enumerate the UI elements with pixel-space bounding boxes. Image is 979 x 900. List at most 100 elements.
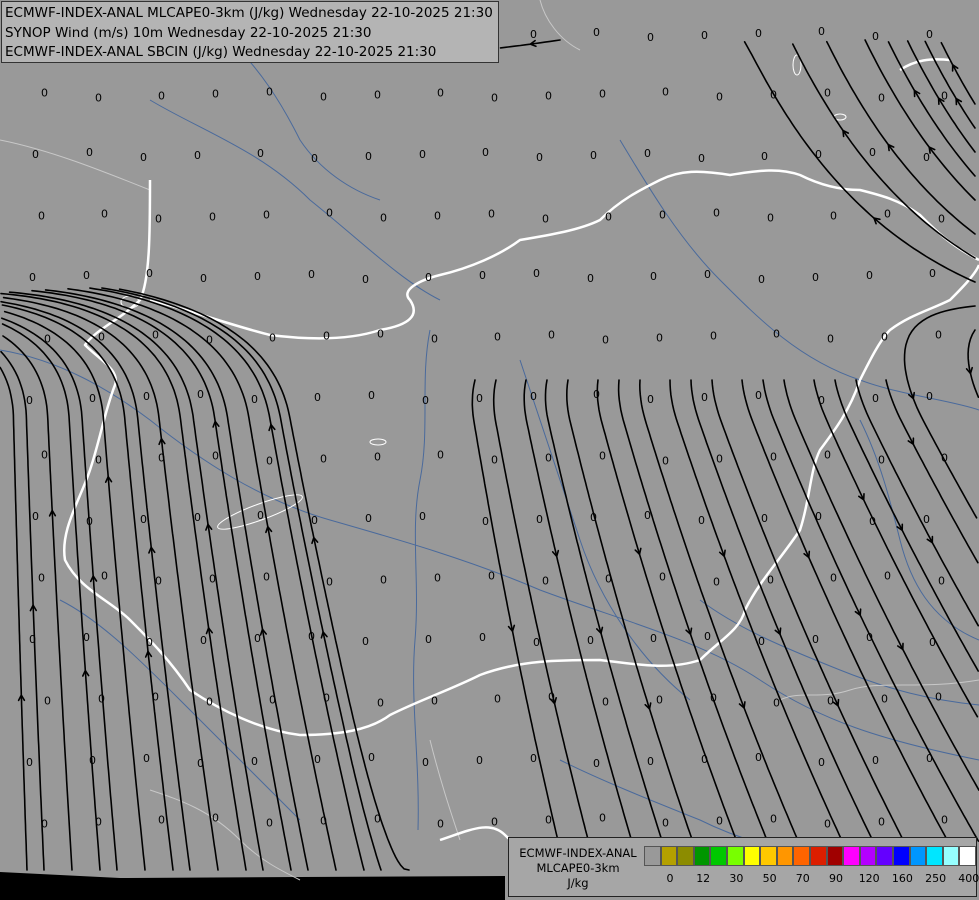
sbcin-value: 0 bbox=[929, 636, 936, 649]
sbcin-value: 0 bbox=[251, 755, 258, 768]
sbcin-value: 0 bbox=[704, 630, 711, 643]
sbcin-value: 0 bbox=[662, 455, 669, 468]
sbcin-value: 0 bbox=[659, 209, 666, 222]
legend-swatch bbox=[760, 846, 777, 866]
sbcin-value: 0 bbox=[599, 88, 606, 101]
legend-title-unit: J/kg bbox=[567, 876, 589, 890]
sbcin-value: 0 bbox=[941, 90, 948, 103]
sbcin-value: 0 bbox=[197, 757, 204, 770]
sbcin-value: 0 bbox=[644, 147, 651, 160]
sbcin-value: 0 bbox=[758, 273, 765, 286]
sbcin-value: 0 bbox=[95, 92, 102, 105]
sbcin-value: 0 bbox=[815, 510, 822, 523]
legend-swatch bbox=[826, 846, 844, 866]
sbcin-value: 0 bbox=[884, 570, 891, 583]
weather-map: 0 0 0 0 0 0 0 0 0 0 0 0 0 0 0 0 0 0 0 0 0 0 0 0 0 0 0 0 0 0 0 0 0 0 0 0 0 0 0 0… bbox=[0, 0, 979, 900]
sbcin-value: 0 bbox=[377, 328, 384, 341]
sbcin-value: 0 bbox=[194, 149, 201, 162]
sbcin-value: 0 bbox=[710, 692, 717, 705]
sbcin-value: 0 bbox=[320, 453, 327, 466]
sbcin-value: 0 bbox=[101, 208, 108, 221]
legend-tick-label: 160 bbox=[891, 872, 913, 885]
sbcin-value: 0 bbox=[98, 331, 105, 344]
sbcin-value: 0 bbox=[872, 30, 879, 43]
sbcin-value: 0 bbox=[86, 515, 93, 528]
sbcin-value: 0 bbox=[824, 87, 831, 100]
sbcin-value: 0 bbox=[533, 636, 540, 649]
legend-tick-label: 12 bbox=[696, 872, 711, 885]
sbcin-value: 0 bbox=[437, 818, 444, 831]
sbcin-value: 0 bbox=[434, 572, 441, 585]
sbcin-value: 0 bbox=[701, 29, 708, 42]
sbcin-value: 0 bbox=[830, 572, 837, 585]
sbcin-value: 0 bbox=[548, 329, 555, 342]
sbcin-value: 0 bbox=[713, 576, 720, 589]
sbcin-value: 0 bbox=[530, 752, 537, 765]
sbcin-value: 0 bbox=[41, 87, 48, 100]
sbcin-value: 0 bbox=[599, 450, 606, 463]
sbcin-value: 0 bbox=[884, 208, 891, 221]
sbcin-value: 0 bbox=[716, 453, 723, 466]
sbcin-value: 0 bbox=[152, 329, 159, 342]
sbcin-value: 0 bbox=[320, 91, 327, 104]
sbcin-value: 0 bbox=[311, 514, 318, 527]
sbcin-value: 0 bbox=[26, 394, 33, 407]
legend-tick-label: 90 bbox=[829, 872, 843, 885]
sbcin-value: 0 bbox=[698, 514, 705, 527]
sbcin-value: 0 bbox=[602, 696, 609, 709]
sbcin-value: 0 bbox=[476, 392, 483, 405]
sbcin-value: 0 bbox=[266, 455, 273, 468]
sbcin-value: 0 bbox=[701, 753, 708, 766]
sbcin-value: 0 bbox=[158, 452, 165, 465]
sbcin-value: 0 bbox=[605, 211, 612, 224]
sbcin-value: 0 bbox=[476, 754, 483, 767]
sbcin-value: 0 bbox=[824, 449, 831, 462]
sbcin-value: 0 bbox=[761, 150, 768, 163]
legend-swatch bbox=[743, 846, 761, 866]
sbcin-value: 0 bbox=[314, 391, 321, 404]
legend-swatch bbox=[892, 846, 910, 866]
title-line-cin: ECMWF-INDEX-ANAL SBCIN (J/kg) Wednesday … bbox=[5, 44, 437, 60]
legend-swatch bbox=[809, 846, 827, 866]
sbcin-value: 0 bbox=[308, 630, 315, 643]
sbcin-value: 0 bbox=[158, 90, 165, 103]
sbcin-value: 0 bbox=[362, 635, 369, 648]
sbcin-value: 0 bbox=[545, 90, 552, 103]
legend-title-source: ECMWF-INDEX-ANAL bbox=[519, 846, 637, 860]
sbcin-value: 0 bbox=[494, 693, 501, 706]
sbcin-value: 0 bbox=[434, 210, 441, 223]
sbcin-value: 0 bbox=[710, 330, 717, 343]
sbcin-value: 0 bbox=[95, 816, 102, 829]
legend-swatch bbox=[644, 846, 661, 866]
sbcin-value: 0 bbox=[308, 268, 315, 281]
sbcin-value: 0 bbox=[599, 812, 606, 825]
sbcin-value: 0 bbox=[212, 88, 219, 101]
sbcin-value: 0 bbox=[926, 390, 933, 403]
sbcin-value: 0 bbox=[209, 573, 216, 586]
sbcin-value: 0 bbox=[812, 271, 819, 284]
sbcin-value: 0 bbox=[431, 333, 438, 346]
sbcin-value: 0 bbox=[818, 756, 825, 769]
sbcin-value: 0 bbox=[938, 575, 945, 588]
legend-swatch bbox=[959, 846, 976, 866]
legend-swatch bbox=[793, 846, 810, 866]
sbcin-value: 0 bbox=[935, 329, 942, 342]
sbcin-value: 0 bbox=[431, 695, 438, 708]
sbcin-value: 0 bbox=[494, 331, 501, 344]
legend-swatch bbox=[660, 846, 678, 866]
sbcin-value: 0 bbox=[422, 756, 429, 769]
sbcin-value: 0 bbox=[425, 271, 432, 284]
sbcin-value: 0 bbox=[491, 454, 498, 467]
legend-color-scale bbox=[644, 846, 976, 866]
sbcin-value: 0 bbox=[542, 575, 549, 588]
sbcin-value: 0 bbox=[266, 817, 273, 830]
sbcin-value: 0 bbox=[878, 92, 885, 105]
sbcin-value: 0 bbox=[254, 270, 261, 283]
legend-title-parameter: MLCAPE0-3km bbox=[536, 861, 620, 875]
sbcin-value: 0 bbox=[872, 392, 879, 405]
sbcin-value: 0 bbox=[881, 331, 888, 344]
sbcin-value: 0 bbox=[32, 510, 39, 523]
sbcin-value: 0 bbox=[86, 146, 93, 159]
sbcin-value: 0 bbox=[374, 813, 381, 826]
sbcin-value: 0 bbox=[773, 328, 780, 341]
